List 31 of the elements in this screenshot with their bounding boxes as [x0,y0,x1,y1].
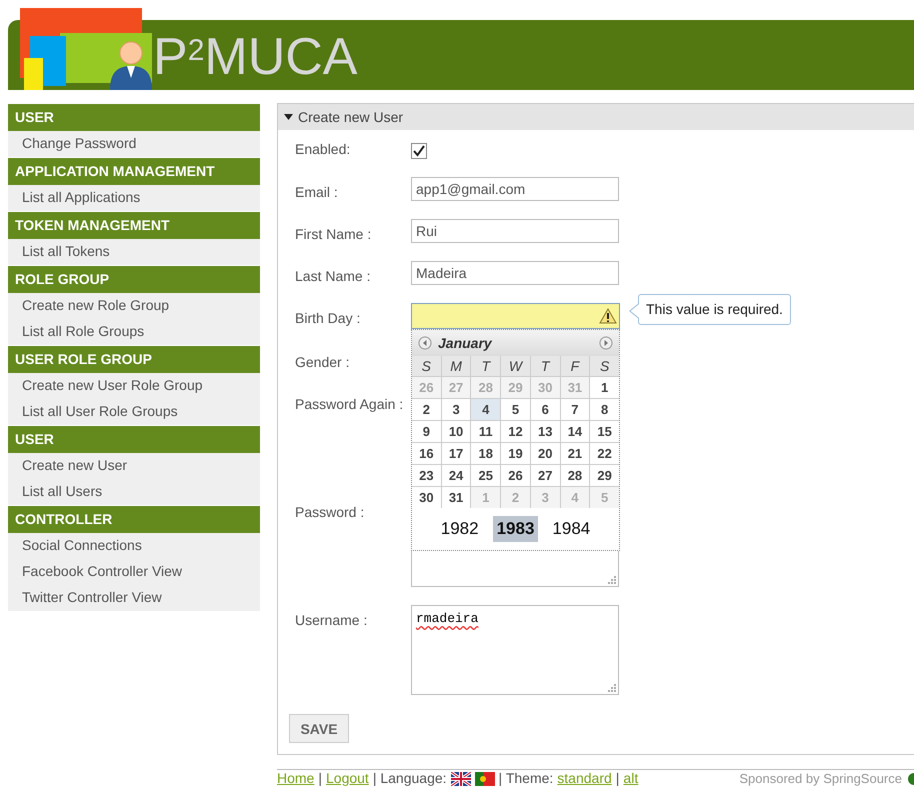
section-title: USER [8,425,260,453]
weekday-label: S [590,356,619,376]
weekday-label: W [501,356,530,376]
weekday-label: F [560,356,590,376]
field-label: Last Name : [295,267,372,285]
section-title: CONTROLLER [8,505,260,533]
field-label: Enabled: [295,141,352,159]
section-title: APPLICATION MANAGEMENT [8,157,260,185]
section-title: USER ROLE GROUP [8,345,260,373]
footer-text: | Theme: [498,771,554,786]
field-label: Password Again : [295,395,404,414]
weekday-label: S [412,356,441,376]
footer-text: | [616,771,620,786]
sponsor-text: Sponsored by SpringSource [739,771,902,786]
weekday-label: M [442,356,470,376]
field-label: Birth Day : [295,309,362,328]
section-title: ROLE GROUP [8,265,260,293]
section-title: USER [8,103,260,131]
panel-title: Create new User [298,109,404,125]
footer-text: | [318,771,322,786]
logo-text: P$^{2}$MUCA [153,27,358,88]
field-label: Username : [295,611,368,630]
field-label: Password : [295,503,366,522]
weekday-label: T [471,356,500,376]
section-title: TOKEN MANAGEMENT [8,211,260,239]
footer-text: | Language: [372,771,447,786]
calendar-month: January [438,335,494,351]
field-label: Gender : [295,353,350,371]
field-label: Email : [295,183,339,201]
field-label: First Name : [295,225,372,243]
weekday-label: T [530,356,560,376]
